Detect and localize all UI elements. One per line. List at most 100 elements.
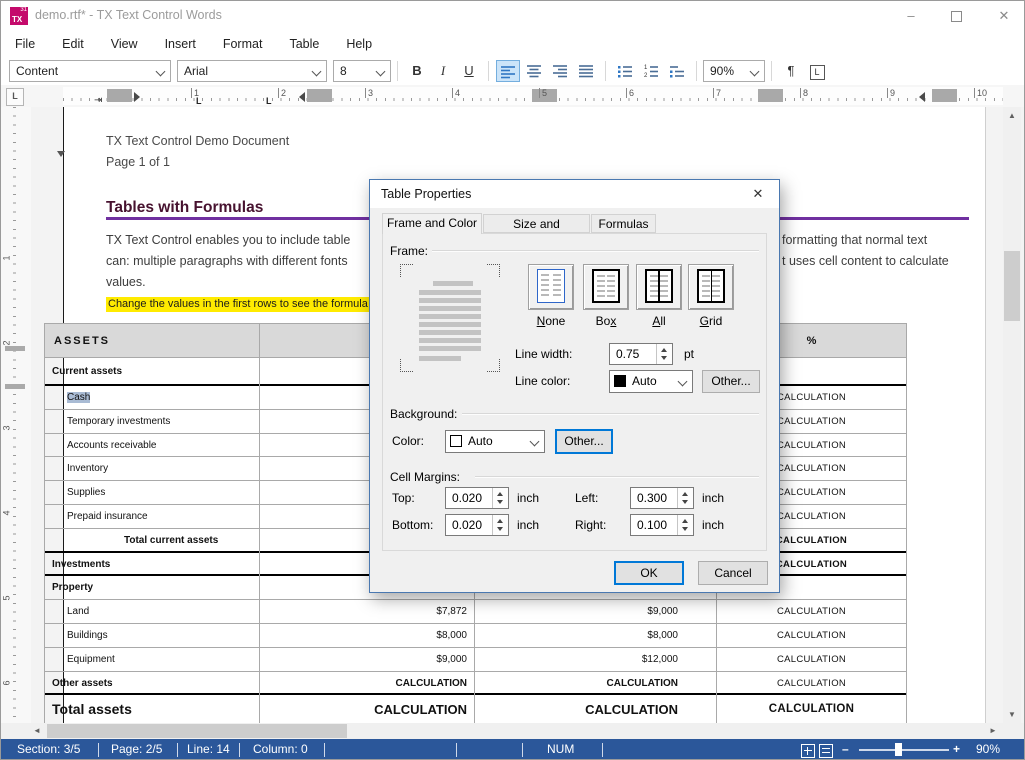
table-row[interactable]: Land$7,872$9,000CALCULATION [44, 600, 907, 624]
spin-down-icon[interactable] [497, 500, 503, 504]
margin-bottom-spinner[interactable]: 0.020 [445, 514, 509, 536]
table-cell[interactable]: CALCULATION [716, 695, 907, 723]
zoom-combo[interactable]: 90% [703, 60, 765, 82]
spin-up-icon[interactable] [682, 519, 688, 523]
horizontal-scroll-thumb[interactable] [47, 724, 347, 738]
table-cell[interactable]: $9,000 [474, 600, 716, 623]
menu-item-edit[interactable]: Edit [62, 37, 84, 51]
table-cell[interactable]: Prepaid insurance [44, 505, 259, 528]
zoom-slider-thumb[interactable] [895, 743, 902, 756]
close-button[interactable]: ✕ [984, 1, 1024, 31]
margin-left-spinner[interactable]: 0.300 [630, 487, 694, 509]
align-left-button[interactable] [496, 60, 520, 82]
background-other-button[interactable]: Other... [555, 429, 613, 454]
table-cell[interactable]: CALCULATION [259, 672, 474, 694]
table-cell[interactable]: CALCULATION [716, 648, 907, 671]
formatting-marks-button[interactable]: ¶ [779, 60, 803, 82]
font-size-combo[interactable]: 8 [333, 60, 391, 82]
zoom-in-button[interactable]: + [953, 742, 960, 756]
menu-item-file[interactable]: File [15, 37, 35, 51]
spinner-buttons[interactable] [492, 488, 508, 508]
table-cell[interactable]: Inventory [44, 457, 259, 480]
table-cell[interactable]: CALCULATION [259, 695, 474, 723]
table-row[interactable]: Total assetsCALCULATIONCALCULATIONCALCUL… [44, 695, 907, 724]
table-cell[interactable]: $7,872 [259, 600, 474, 623]
fit-page-icon[interactable] [801, 744, 815, 758]
spinner-buttons[interactable] [656, 344, 672, 364]
zoom-slider-track[interactable] [859, 749, 949, 751]
fit-width-icon[interactable] [819, 744, 833, 758]
frame-style-none-button[interactable] [528, 264, 574, 310]
table-cell[interactable]: CALCULATION [716, 624, 907, 647]
table-cell[interactable]: CALCULATION [716, 600, 907, 623]
spin-down-icon[interactable] [661, 356, 667, 360]
first-line-indent-marker[interactable]: ⇥ [94, 96, 102, 106]
spin-down-icon[interactable] [497, 527, 503, 531]
table-cell[interactable]: CALCULATION [716, 672, 907, 694]
menu-item-table[interactable]: Table [289, 37, 319, 51]
horizontal-scrollbar[interactable]: ◄ ► [1, 723, 1024, 739]
table-row[interactable]: Buildings$8,000$8,000CALCULATION [44, 624, 907, 648]
dialog-title-bar[interactable]: Table Properties ✕ [370, 180, 779, 208]
indent-marker-left[interactable] [299, 92, 305, 102]
column-marker[interactable] [307, 89, 332, 102]
table-row[interactable]: Equipment$9,000$12,000CALCULATION [44, 648, 907, 672]
maximize-button[interactable] [936, 1, 976, 31]
italic-button[interactable]: I [431, 60, 455, 82]
table-cell[interactable]: Other assets [44, 672, 259, 694]
tab-size-and-formatting[interactable]: Size and Formatting [483, 214, 590, 233]
scroll-down-icon[interactable]: ▼ [1003, 706, 1021, 723]
bold-button[interactable]: B [405, 60, 429, 82]
table-cell[interactable]: CALCULATION [474, 695, 716, 723]
spin-up-icon[interactable] [661, 348, 667, 352]
table-cell[interactable]: ASSETS [44, 324, 259, 357]
table-cell[interactable]: $12,000 [474, 648, 716, 671]
line-color-combo[interactable]: Auto [609, 370, 693, 393]
table-cell[interactable]: Land [44, 600, 259, 623]
menu-item-view[interactable]: View [111, 37, 138, 51]
frame-style-all-button[interactable] [636, 264, 682, 310]
align-center-button[interactable] [522, 60, 546, 82]
menu-item-insert[interactable]: Insert [165, 37, 196, 51]
tab-formulas[interactable]: Formulas [591, 214, 656, 233]
margin-top-spinner[interactable]: 0.020 [445, 487, 509, 509]
spin-up-icon[interactable] [497, 519, 503, 523]
table-cell[interactable]: Current assets [44, 358, 259, 384]
tab-frame-and-color[interactable]: Frame and Color [382, 213, 482, 234]
spinner-buttons[interactable] [492, 515, 508, 535]
table-cell[interactable]: $9,000 [259, 648, 474, 671]
align-right-button[interactable] [548, 60, 572, 82]
font-name-combo[interactable]: Arial [177, 60, 327, 82]
table-cell[interactable]: $8,000 [474, 624, 716, 647]
column-marker[interactable] [758, 89, 783, 102]
vertical-scroll-thumb[interactable] [1004, 251, 1020, 321]
table-cell[interactable]: Supplies [44, 481, 259, 504]
numbered-list-button[interactable]: 12 [639, 60, 663, 82]
frame-style-box-button[interactable] [583, 264, 629, 310]
spin-up-icon[interactable] [497, 492, 503, 496]
table-cell[interactable]: Cash [44, 386, 259, 409]
structure-level-button[interactable] [665, 60, 689, 82]
menu-item-help[interactable]: Help [346, 37, 372, 51]
scroll-right-icon[interactable]: ► [985, 723, 1001, 739]
column-marker[interactable] [107, 89, 132, 102]
background-color-combo[interactable]: Auto [445, 430, 545, 453]
table-cell[interactable]: Property [44, 576, 259, 599]
minimize-button[interactable]: – [891, 1, 931, 31]
right-indent-marker[interactable] [919, 92, 925, 102]
table-cell[interactable]: Investments [44, 553, 259, 575]
vertical-scrollbar[interactable]: ▲ ▼ [1003, 107, 1021, 723]
ok-button[interactable]: OK [614, 561, 684, 585]
zoom-out-button[interactable]: – [842, 742, 849, 756]
title-bar[interactable]: TX 31 demo.rtf* - TX Text Control Words … [1, 1, 1024, 31]
underline-button[interactable]: U [457, 60, 481, 82]
table-cell[interactable]: Total assets [44, 695, 259, 723]
scroll-left-icon[interactable]: ◄ [29, 723, 45, 739]
table-cell[interactable]: Buildings [44, 624, 259, 647]
table-cell[interactable]: Accounts receivable [44, 434, 259, 457]
line-color-other-button[interactable]: Other... [702, 370, 760, 393]
column-marker[interactable] [932, 89, 957, 102]
spinner-buttons[interactable] [677, 488, 693, 508]
table-cell[interactable]: $8,000 [259, 624, 474, 647]
tab-selector-button[interactable]: L [6, 88, 24, 106]
